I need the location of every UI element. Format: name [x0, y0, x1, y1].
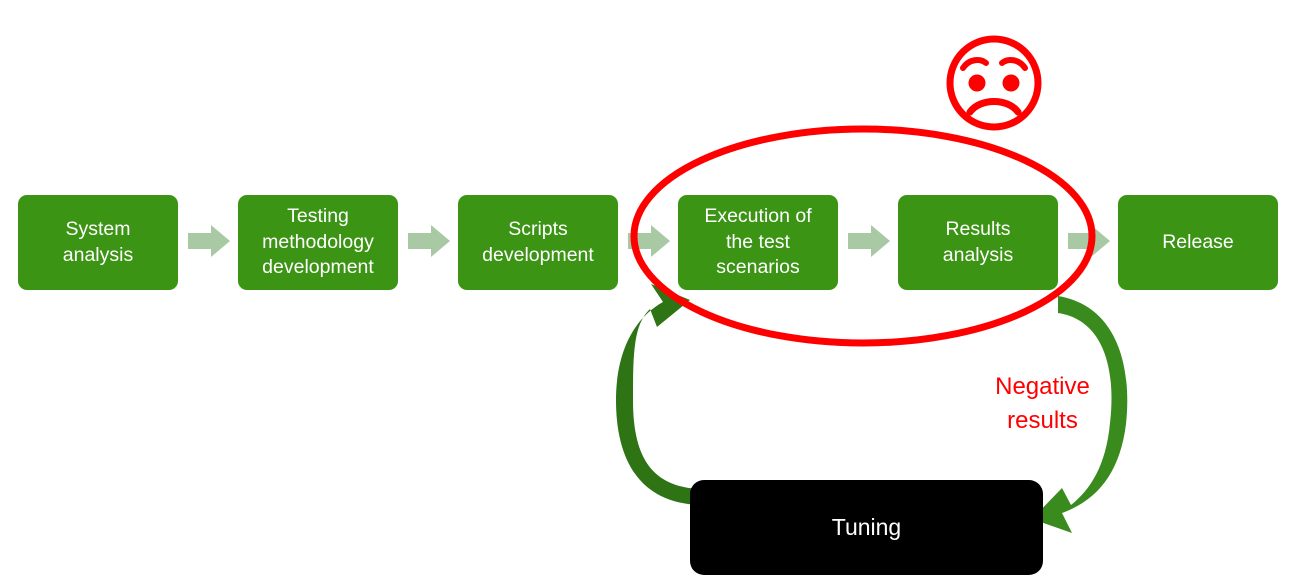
sad-face-glyph: [946, 35, 1042, 131]
stage-box-system-analysis[interactable]: System analysis: [18, 195, 178, 290]
feedback-loop-arrows: [616, 284, 1128, 533]
stage-label: Testing methodology development: [262, 204, 374, 279]
stage-label: Execution of the test scenarios: [704, 204, 812, 279]
stage-box-release[interactable]: Release: [1118, 195, 1278, 290]
connector-arrow-4: [848, 225, 890, 257]
tuning-box[interactable]: Tuning: [690, 480, 1043, 575]
stage-box-execution-of-the-test-scenarios[interactable]: Execution of the test scenarios: [678, 195, 838, 290]
sad-face-icon: [946, 35, 1042, 131]
connector-arrow-1: [188, 225, 230, 257]
stage-label: Release: [1162, 230, 1234, 253]
stage-box-results-analysis[interactable]: Results analysis: [898, 195, 1058, 290]
red-ellipse-highlight: [630, 125, 1096, 347]
connector-arrow-2: [408, 225, 450, 257]
loop-arrow-left: [616, 284, 700, 505]
negative-results-label: Negative results: [995, 373, 1090, 434]
stage-label: Scripts development: [482, 217, 594, 266]
stage-label: Results analysis: [942, 217, 1014, 266]
connector-arrow-3: [628, 225, 670, 257]
stage-box-scripts-development[interactable]: Scripts development: [458, 195, 618, 290]
connector-arrow-5: [1068, 225, 1110, 257]
diagram-canvas: System analysis Testing methodology deve…: [0, 0, 1302, 581]
stage-label: System analysis: [62, 217, 134, 266]
tuning-label: Tuning: [831, 514, 902, 540]
stage-box-testing-methodology-development[interactable]: Testing methodology development: [238, 195, 398, 290]
